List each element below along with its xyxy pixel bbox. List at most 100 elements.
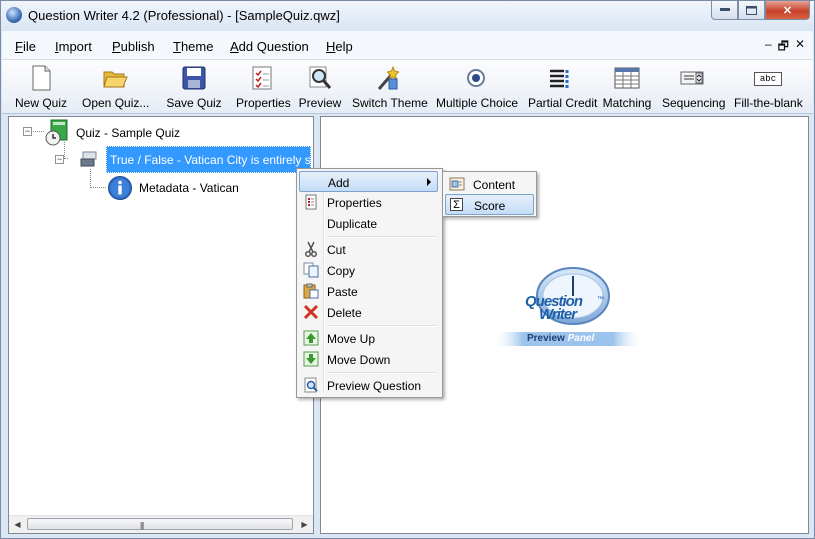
ctx-preview-question[interactable]: Preview Question	[299, 375, 438, 396]
menu-bar: File Import Publish Theme Add Question H…	[2, 31, 813, 60]
window-controls: ✕	[711, 1, 810, 20]
close-button[interactable]: ✕	[765, 1, 810, 20]
properties-label: Properties	[236, 96, 291, 110]
mdi-close-button[interactable]: ✕	[795, 37, 805, 58]
partial-credit-button[interactable]: Partial Credit	[528, 62, 598, 112]
scrollbar-thumb[interactable]: |||	[27, 518, 293, 530]
tree-connector	[90, 169, 91, 186]
scroll-left-button[interactable]: ◀	[9, 516, 26, 533]
menu-theme[interactable]: Theme	[173, 39, 213, 54]
quiz-tree-panel: − Quiz - Sample Quiz − True / False - Va…	[8, 116, 314, 534]
fill-the-blank-label: Fill-the-blank	[734, 96, 803, 110]
sequencing-button[interactable]: Sequencing	[662, 62, 726, 112]
menu-help[interactable]: Help	[326, 39, 353, 54]
ctx-copy[interactable]: Copy	[299, 260, 438, 281]
matching-grid-icon	[614, 65, 640, 91]
switch-theme-button[interactable]: Switch Theme	[352, 62, 428, 112]
matching-label: Matching	[602, 96, 652, 110]
close-icon: ✕	[782, 4, 793, 17]
open-quiz-button[interactable]: Open Quiz...	[82, 62, 150, 112]
minimize-icon	[719, 8, 730, 11]
sequencing-label: Sequencing	[662, 96, 726, 110]
menu-publish[interactable]: Publish	[112, 39, 155, 54]
true-false-icon	[80, 150, 98, 168]
submenu-score[interactable]: Σ Score	[445, 194, 534, 215]
open-quiz-label: Open Quiz...	[82, 96, 150, 110]
app-window: Question Writer 4.2 (Professional) - [Sa…	[0, 0, 815, 539]
save-quiz-label: Save Quiz	[166, 96, 222, 110]
mdi-controls: – 🗗 ✕	[765, 37, 805, 58]
tree-node-metadata[interactable]: Metadata - Vatican	[139, 181, 239, 195]
scroll-right-button[interactable]: ▶	[296, 516, 313, 533]
minimize-button[interactable]	[711, 1, 738, 20]
switch-theme-label: Switch Theme	[352, 96, 428, 110]
paste-icon	[303, 283, 319, 299]
title-bar: Question Writer 4.2 (Professional) - [Sa…	[1, 1, 814, 29]
menu-separator	[327, 325, 437, 327]
window-title: Question Writer 4.2 (Professional) - [Sa…	[28, 8, 340, 23]
open-folder-icon	[102, 65, 128, 91]
new-document-icon	[28, 65, 54, 91]
menu-separator	[327, 236, 437, 238]
new-quiz-button[interactable]: New Quiz	[15, 62, 67, 112]
properties-checklist-icon	[249, 65, 275, 91]
mdi-minimize-button[interactable]: –	[765, 37, 772, 58]
tree-connector	[30, 131, 44, 132]
mdi-restore-button[interactable]: 🗗	[778, 37, 789, 58]
preview-question-icon	[303, 377, 319, 393]
magnifier-icon	[307, 65, 333, 91]
tree-horizontal-scrollbar[interactable]: ◀ ||| ▶	[9, 515, 313, 533]
ctx-delete[interactable]: Delete	[299, 302, 438, 323]
delete-x-icon	[303, 304, 319, 320]
preview-button[interactable]: Preview	[298, 62, 342, 112]
logo-caption: Preview Panel	[527, 333, 595, 344]
tree-context-menu: Add Properties Duplicate Cut Copy Paste …	[296, 168, 443, 398]
partial-credit-icon	[547, 65, 573, 91]
properties-button[interactable]: Properties	[236, 62, 291, 112]
fill-blank-icon: abc	[752, 65, 782, 91]
maximize-button[interactable]	[738, 1, 765, 20]
preview-label: Preview	[298, 96, 342, 110]
matching-button[interactable]: Matching	[602, 62, 652, 112]
tree-collapse-question-button[interactable]: −	[55, 155, 64, 164]
magic-wand-icon	[375, 65, 401, 91]
tree-node-quiz[interactable]: Quiz - Sample Quiz	[76, 126, 180, 140]
logo-tm: ™	[597, 296, 604, 303]
multiple-choice-label: Multiple Choice	[436, 96, 519, 110]
app-globe-icon	[6, 7, 22, 23]
submenu-arrow-icon	[427, 178, 431, 186]
save-quiz-button[interactable]: Save Quiz	[166, 62, 222, 112]
tree-connector	[64, 158, 68, 159]
floppy-disk-icon	[181, 65, 207, 91]
tree-node-question-label: True / False - Vatican City is entirely …	[110, 153, 311, 167]
multiple-choice-button[interactable]: Multiple Choice	[436, 62, 519, 112]
submenu-content[interactable]: Content	[445, 174, 534, 195]
tree-collapse-root-button[interactable]: −	[23, 127, 32, 136]
copy-icon	[303, 262, 319, 278]
ctx-move-up[interactable]: Move Up	[299, 328, 438, 349]
menu-separator	[327, 372, 437, 374]
quiz-clock-icon	[43, 119, 71, 147]
properties-icon	[303, 194, 319, 210]
tree-node-question-selected[interactable]: True / False - Vatican City is entirely …	[106, 146, 311, 173]
fill-the-blank-button[interactable]: abc Fill-the-blank	[734, 62, 803, 112]
partial-credit-label: Partial Credit	[528, 96, 598, 110]
ctx-move-down[interactable]: Move Down	[299, 349, 438, 370]
menu-add-question[interactable]: Add Question	[230, 39, 309, 54]
new-quiz-label: New Quiz	[15, 96, 68, 110]
ctx-properties[interactable]: Properties	[299, 192, 438, 213]
ctx-cut[interactable]: Cut	[299, 239, 438, 260]
add-submenu: Content Σ Score	[442, 171, 537, 217]
move-down-icon	[303, 351, 319, 367]
ctx-duplicate[interactable]: Duplicate	[299, 213, 438, 234]
sequencing-icon	[679, 65, 705, 91]
menu-file[interactable]: File	[15, 39, 36, 54]
scrollbar-grip-icon: |||	[140, 521, 144, 530]
ctx-add[interactable]: Add	[299, 171, 438, 192]
menu-import[interactable]: Import	[55, 39, 92, 54]
maximize-icon	[746, 5, 757, 15]
ctx-paste[interactable]: Paste	[299, 281, 438, 302]
tree-connector	[90, 187, 106, 188]
logo-writer-text: Writer	[539, 306, 577, 323]
fill-blank-icon-text: abc	[754, 72, 782, 86]
